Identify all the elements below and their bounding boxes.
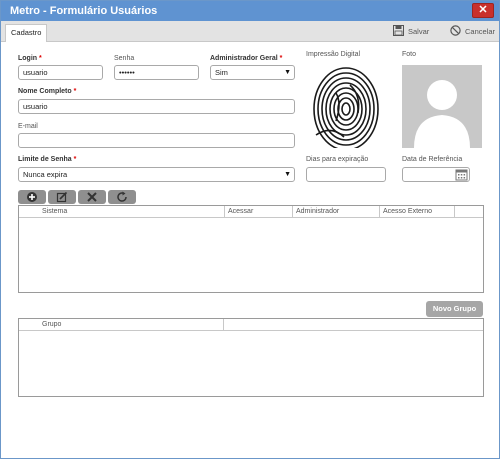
- groups-table[interactable]: Grupo: [18, 318, 484, 397]
- senha-label: Senha: [114, 55, 135, 62]
- email-label: E-mail: [18, 123, 38, 130]
- edit-button[interactable]: [48, 190, 76, 204]
- column-spacer: [454, 206, 484, 218]
- calendar-icon: [455, 169, 468, 181]
- title-bar: Metro - Formulário Usuários ✕: [1, 1, 499, 21]
- delete-icon: [87, 192, 97, 202]
- nome-completo-label-text: Nome Completo: [18, 88, 72, 95]
- login-input[interactable]: usuario: [18, 65, 103, 80]
- dias-expiracao-input[interactable]: [306, 167, 386, 182]
- edit-icon: [56, 191, 68, 203]
- login-label-text: Login: [18, 55, 38, 62]
- calendar-button[interactable]: [455, 168, 468, 181]
- tab-cadastro[interactable]: Cadastro: [5, 24, 48, 42]
- refresh-button[interactable]: [108, 190, 136, 204]
- column-administrador[interactable]: Administrador: [292, 206, 379, 218]
- login-label: Login *: [18, 55, 42, 62]
- novo-grupo-button[interactable]: Novo Grupo: [426, 301, 483, 317]
- close-window-button[interactable]: ✕: [472, 3, 494, 18]
- required-marker: *: [73, 156, 77, 163]
- limite-senha-select[interactable]: Nunca expira ▼: [18, 167, 295, 182]
- limite-senha-label-text: Limite de Senha: [18, 156, 72, 163]
- cancel-button[interactable]: Cancelar: [450, 24, 498, 39]
- column-sistema[interactable]: Sistema: [39, 206, 243, 218]
- column-acessar[interactable]: Acessar: [224, 206, 292, 218]
- required-marker: *: [73, 88, 77, 95]
- admin-geral-select[interactable]: Sim ▼: [210, 65, 295, 80]
- cancel-icon: [450, 25, 461, 36]
- nome-completo-input[interactable]: usuario: [18, 99, 295, 114]
- cancel-label: Cancelar: [465, 27, 496, 36]
- avatar-placeholder-icon: [402, 65, 482, 148]
- chevron-down-icon: ▼: [284, 69, 291, 76]
- limite-senha-label: Limite de Senha *: [18, 156, 76, 163]
- limite-senha-value: Nunca expira: [23, 170, 68, 179]
- add-button[interactable]: [18, 190, 46, 204]
- main-window: Metro - Formulário Usuários ✕ Cadastro S…: [0, 0, 500, 459]
- password-input[interactable]: ••••••: [114, 65, 199, 80]
- admin-geral-value: Sim: [215, 68, 228, 77]
- admin-geral-label-text: Administrador Geral: [210, 55, 278, 62]
- systems-table-header: Sistema Acessar Administrador Acesso Ext…: [19, 206, 483, 218]
- admin-geral-label: Administrador Geral *: [210, 55, 282, 62]
- floppy-disk-icon: [393, 25, 404, 36]
- fingerprint-image[interactable]: [306, 65, 386, 148]
- window-title: Metro - Formulário Usuários: [10, 5, 158, 17]
- save-label: Salvar: [408, 27, 430, 36]
- column-grupo[interactable]: Grupo: [39, 319, 223, 331]
- systems-table[interactable]: Sistema Acessar Administrador Acesso Ext…: [18, 205, 484, 293]
- column-acesso-externo[interactable]: Acesso Externo: [379, 206, 454, 218]
- foto-label: Foto: [402, 51, 417, 58]
- nome-completo-label: Nome Completo *: [18, 88, 76, 95]
- add-icon: [27, 192, 37, 202]
- column-spacer: [223, 319, 484, 331]
- save-button[interactable]: Salvar: [393, 24, 437, 39]
- data-referencia-label: Data de Referência: [402, 156, 463, 163]
- required-marker: *: [39, 55, 42, 62]
- refresh-icon: [117, 191, 127, 202]
- user-photo[interactable]: [402, 65, 482, 148]
- impressao-digital-label: Impressão Digital: [306, 51, 361, 58]
- toolbar: Cadastro Salvar Cancelar: [1, 21, 499, 42]
- chevron-down-icon: ▼: [284, 171, 291, 178]
- required-marker: *: [279, 55, 283, 62]
- delete-button[interactable]: [78, 190, 106, 204]
- fingerprint-icon: [313, 67, 379, 148]
- groups-table-header: Grupo: [19, 319, 483, 331]
- email-input[interactable]: [18, 133, 295, 148]
- dias-expiracao-label: Dias para expiração: [306, 156, 369, 163]
